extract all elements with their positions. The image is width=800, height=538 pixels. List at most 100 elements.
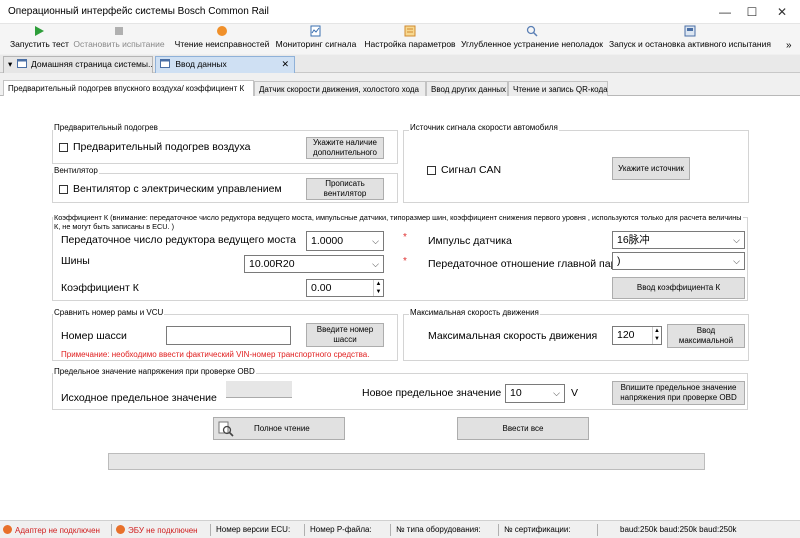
search-icon [526,25,538,37]
register-fan-button[interactable]: Прописать вентилятор [306,178,384,200]
ecu-version: Номер версии ECU: [216,525,291,534]
status-separator [390,524,391,536]
main-gear-ratio-label: Передаточное отношение главной пары [428,258,624,270]
specify-additional-button[interactable]: Укажите наличие дополнительного [306,137,384,159]
enter-max-speed-button[interactable]: Ввод максимальной [667,324,745,348]
obd-voltage-button[interactable]: Впишите предельное значение напряжения п… [612,381,745,405]
chevron-down-icon: ⌵ [733,256,740,266]
play-icon [35,26,44,36]
tab-preheat-k[interactable]: Предварительный подогрев впускного возду… [3,80,254,97]
chevron-down-icon: ⌵ [553,388,560,398]
fan-group-title: Вентилятор [53,166,99,175]
chevron-down-icon: ⌵ [733,235,740,245]
vin-note: Примечание: необходимо ввести фактически… [61,350,370,359]
status-indicator-icon [116,525,125,534]
enter-all-button[interactable]: Ввести все [457,417,589,440]
tab-data-input[interactable]: Ввод данных ✕ [155,56,295,73]
max-speed-group-title: Максимальная скорость движения [409,308,540,317]
toolbar: Запустить тест Остановить испытание Чтен… [0,24,800,54]
obd-new-label: Новое предельное значение [362,387,502,399]
fan-checkbox[interactable] [59,185,68,194]
parameters-icon [404,25,416,37]
fault-read-icon [217,26,227,36]
read-faults-button[interactable]: Чтение неисправностей [174,25,270,53]
enter-k-coefficient-button[interactable]: Ввод коэффициента К [612,277,745,299]
signal-monitoring-button[interactable]: Мониторинг сигнала [274,25,358,53]
inner-tab-strip: Предварительный подогрев впускного возду… [0,80,800,97]
preheat-group-title: Предварительный подогрев [53,123,159,132]
tab-other-data[interactable]: Ввод других данных [426,81,508,97]
deep-troubleshooting-button[interactable]: Углубленное устранение неполадок [461,25,603,53]
speed-source-group-title: Источник сигнала скорости автомобиля [409,123,559,132]
status-bar: Адаптер не подключен ЭБУ не подключен Но… [0,520,800,538]
baud-rate: baud:250k baud:250k baud:250k [620,525,737,534]
can-signal-checkbox[interactable] [427,166,436,175]
minimize-button[interactable]: — [710,0,740,24]
close-window-button[interactable]: ✕ [767,0,797,24]
active-test-button[interactable]: Запуск и остановка активного испытания [608,25,772,53]
title-bar: Операционный интерфейс системы Bosch Com… [0,0,800,24]
ecu-status: ЭБУ не подключен [116,525,198,535]
hardware-type: № типа оборудования: [396,525,481,534]
obd-unit: V [571,387,579,399]
axle-ratio-select[interactable]: 1.0000 ⌵ [306,231,384,251]
status-separator [304,524,305,536]
tab-speed-sensor[interactable]: Датчик скорости движения, холостого хода [254,81,426,97]
obd-initial-value [226,381,292,398]
chassis-number-input[interactable] [166,326,291,345]
specify-source-button[interactable]: Укажите источник [612,157,690,180]
max-speed-input[interactable]: 120 ▲ ▼ [612,326,662,345]
k-spin-icon[interactable]: ▲ ▼ [373,280,383,296]
tab-qr-code[interactable]: Чтение и запись QR-кода [508,81,608,97]
axle-ratio-label: Передаточное число редуктора ведущего мо… [61,234,296,246]
obd-group-title: Предельное значение напряжения при прове… [53,367,256,376]
stop-test-button[interactable]: Остановить испытание [73,25,165,53]
enter-chassis-number-button[interactable]: Введите номер шасси [306,323,384,347]
obd-initial-label: Исходное предельное значение [61,392,217,404]
stop-icon [115,27,123,35]
main-gear-ratio-select[interactable]: ) ⌵ [612,252,745,270]
status-separator [597,524,598,536]
certification-number: № сертификации: [504,525,571,534]
sensor-pulse-label: Импульс датчика [428,235,512,247]
monitor-icon [310,25,321,37]
maximize-button[interactable]: ☐ [737,0,767,24]
full-read-button[interactable]: Полное чтение [213,417,345,440]
window-title: Операционный интерфейс системы Bosch Com… [8,6,269,17]
chevron-down-icon: ⌵ [372,236,379,246]
status-separator [498,524,499,536]
document-icon [16,59,27,68]
active-test-icon [684,25,696,37]
status-indicator-icon [3,525,12,534]
tab-home[interactable]: ▾ Домашняя страница системы... [3,56,153,73]
preheat-checkbox[interactable] [59,143,68,152]
close-tab-icon[interactable]: ✕ [281,57,289,72]
k-coefficient-group-title: Коэффициент К (внимание: передаточное чи… [53,213,743,231]
max-speed-label: Максимальная скорость движения [428,330,598,342]
sensor-pulse-select[interactable]: 16脉冲 ⌵ [612,231,745,249]
tires-label: Шины [61,255,90,267]
status-separator [111,524,112,536]
start-test-button[interactable]: Запустить тест [10,25,69,53]
k-coefficient-label: Коэффициент К [61,282,139,294]
chassis-number-label: Номер шасси [61,330,127,342]
required-star: * [403,256,407,267]
document-tab-strip: ▾ Домашняя страница системы... Ввод данн… [0,55,800,73]
magnifier-icon [218,421,234,437]
required-star: * [403,232,407,243]
max-speed-spin-icon[interactable]: ▲ ▼ [652,327,661,344]
k-coefficient-input[interactable]: 0.00 ▲ ▼ [306,279,384,297]
p-file-number: Номер Р-файла: [310,525,372,534]
fan-checkbox-label: Вентилятор с электрическим управлением [73,183,282,195]
parameter-settings-button[interactable]: Настройка параметров [363,25,457,53]
obd-new-select[interactable]: 10 ⌵ [505,384,565,403]
frame-group-title: Сравнить номер рамы и VCU [53,308,165,317]
chevron-down-icon: ⌵ [372,259,379,269]
toolbar-overflow-icon[interactable]: » [786,40,792,51]
chevron-down-icon[interactable]: ▾ [8,59,12,69]
tires-select[interactable]: 10.00R20 ⌵ [244,255,384,273]
adapter-status: Адаптер не подключен [3,525,100,535]
progress-bar [108,453,705,470]
document-icon [160,59,170,68]
can-signal-label: Сигнал CAN [441,164,502,176]
